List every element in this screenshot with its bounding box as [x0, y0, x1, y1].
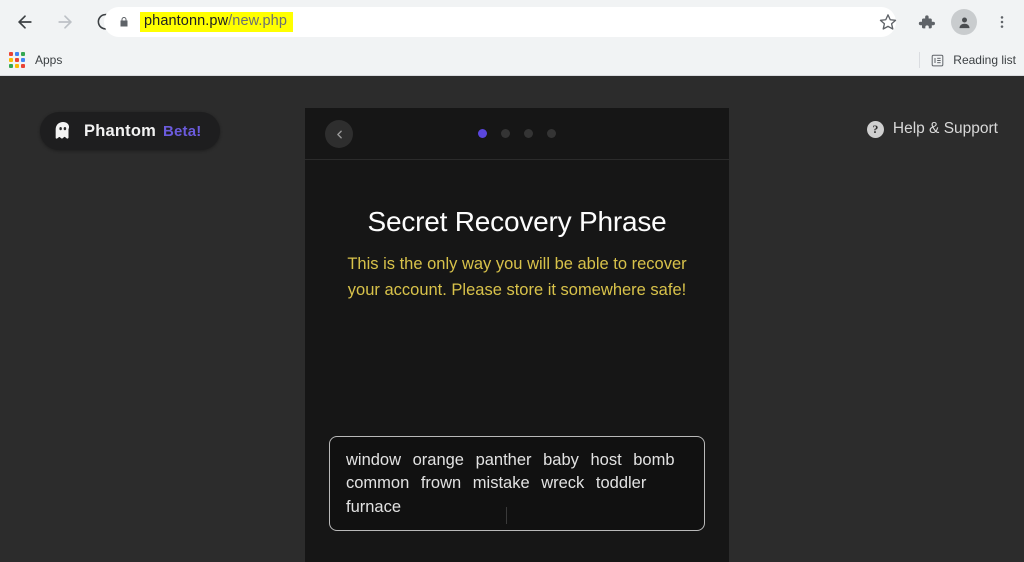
url-highlight: phantonn.pw/new.php — [140, 12, 294, 32]
reading-list-label: Reading list — [953, 53, 1016, 67]
step-indicator — [305, 129, 729, 138]
browser-chrome: phantonn.pw/new.php Apps Reading list — [0, 0, 1024, 76]
help-support-label: Help & Support — [892, 120, 998, 137]
seed-phrase-box[interactable]: window orange panther baby host bomb com… — [329, 436, 705, 531]
star-icon[interactable] — [872, 6, 904, 38]
bookmarks-bar: Apps Reading list — [0, 44, 1024, 76]
modal-body: Secret Recovery Phrase This is the only … — [305, 206, 729, 303]
apps-shortcut[interactable]: Apps — [8, 51, 62, 69]
forward-icon[interactable] — [48, 5, 82, 39]
url-path: /new.php — [228, 13, 288, 30]
onboarding-modal: Secret Recovery Phrase This is the only … — [305, 108, 729, 562]
phantom-brand[interactable]: Phantom Beta! — [40, 112, 220, 150]
seed-phrase-words: window orange panther baby host bomb com… — [346, 451, 675, 516]
avatar — [951, 9, 977, 35]
browser-toolbar: phantonn.pw/new.php — [0, 0, 1024, 44]
address-bar[interactable]: phantonn.pw/new.php — [104, 7, 896, 37]
page-content: Phantom Beta! ? Help & Support Secret Re… — [0, 76, 1024, 562]
warning-text: This is the only way you will be able to… — [347, 255, 687, 299]
phantom-ghost-icon — [52, 120, 74, 142]
reading-list-icon — [930, 53, 945, 68]
question-mark-circle-icon: ? — [866, 120, 884, 138]
step-dot-3[interactable] — [524, 129, 533, 138]
brand-beta-label: Beta! — [162, 122, 202, 140]
reading-list-button[interactable]: Reading list — [919, 44, 1016, 76]
apps-grid-icon — [8, 51, 26, 69]
text-cursor — [506, 507, 507, 524]
modal-header — [305, 108, 729, 160]
apps-label: Apps — [35, 52, 63, 67]
url-host: phantonn.pw — [144, 13, 229, 30]
lock-icon — [118, 15, 130, 29]
back-icon[interactable] — [8, 5, 42, 39]
profile-avatar-icon[interactable] — [948, 6, 980, 38]
toolbar-actions — [872, 0, 1024, 44]
screen: phantonn.pw/new.php Apps Reading list Ph… — [0, 0, 1024, 562]
three-dot-menu-icon[interactable] — [986, 6, 1018, 38]
page-title: Secret Recovery Phrase — [367, 206, 667, 237]
help-support-link[interactable]: ? Help & Support — [866, 120, 998, 138]
step-dot-4[interactable] — [547, 129, 556, 138]
divider — [919, 52, 921, 68]
step-dot-2[interactable] — [501, 129, 510, 138]
puzzle-piece-icon[interactable] — [910, 6, 942, 38]
brand-name: Phantom — [84, 121, 156, 140]
step-dot-1[interactable] — [478, 129, 487, 138]
